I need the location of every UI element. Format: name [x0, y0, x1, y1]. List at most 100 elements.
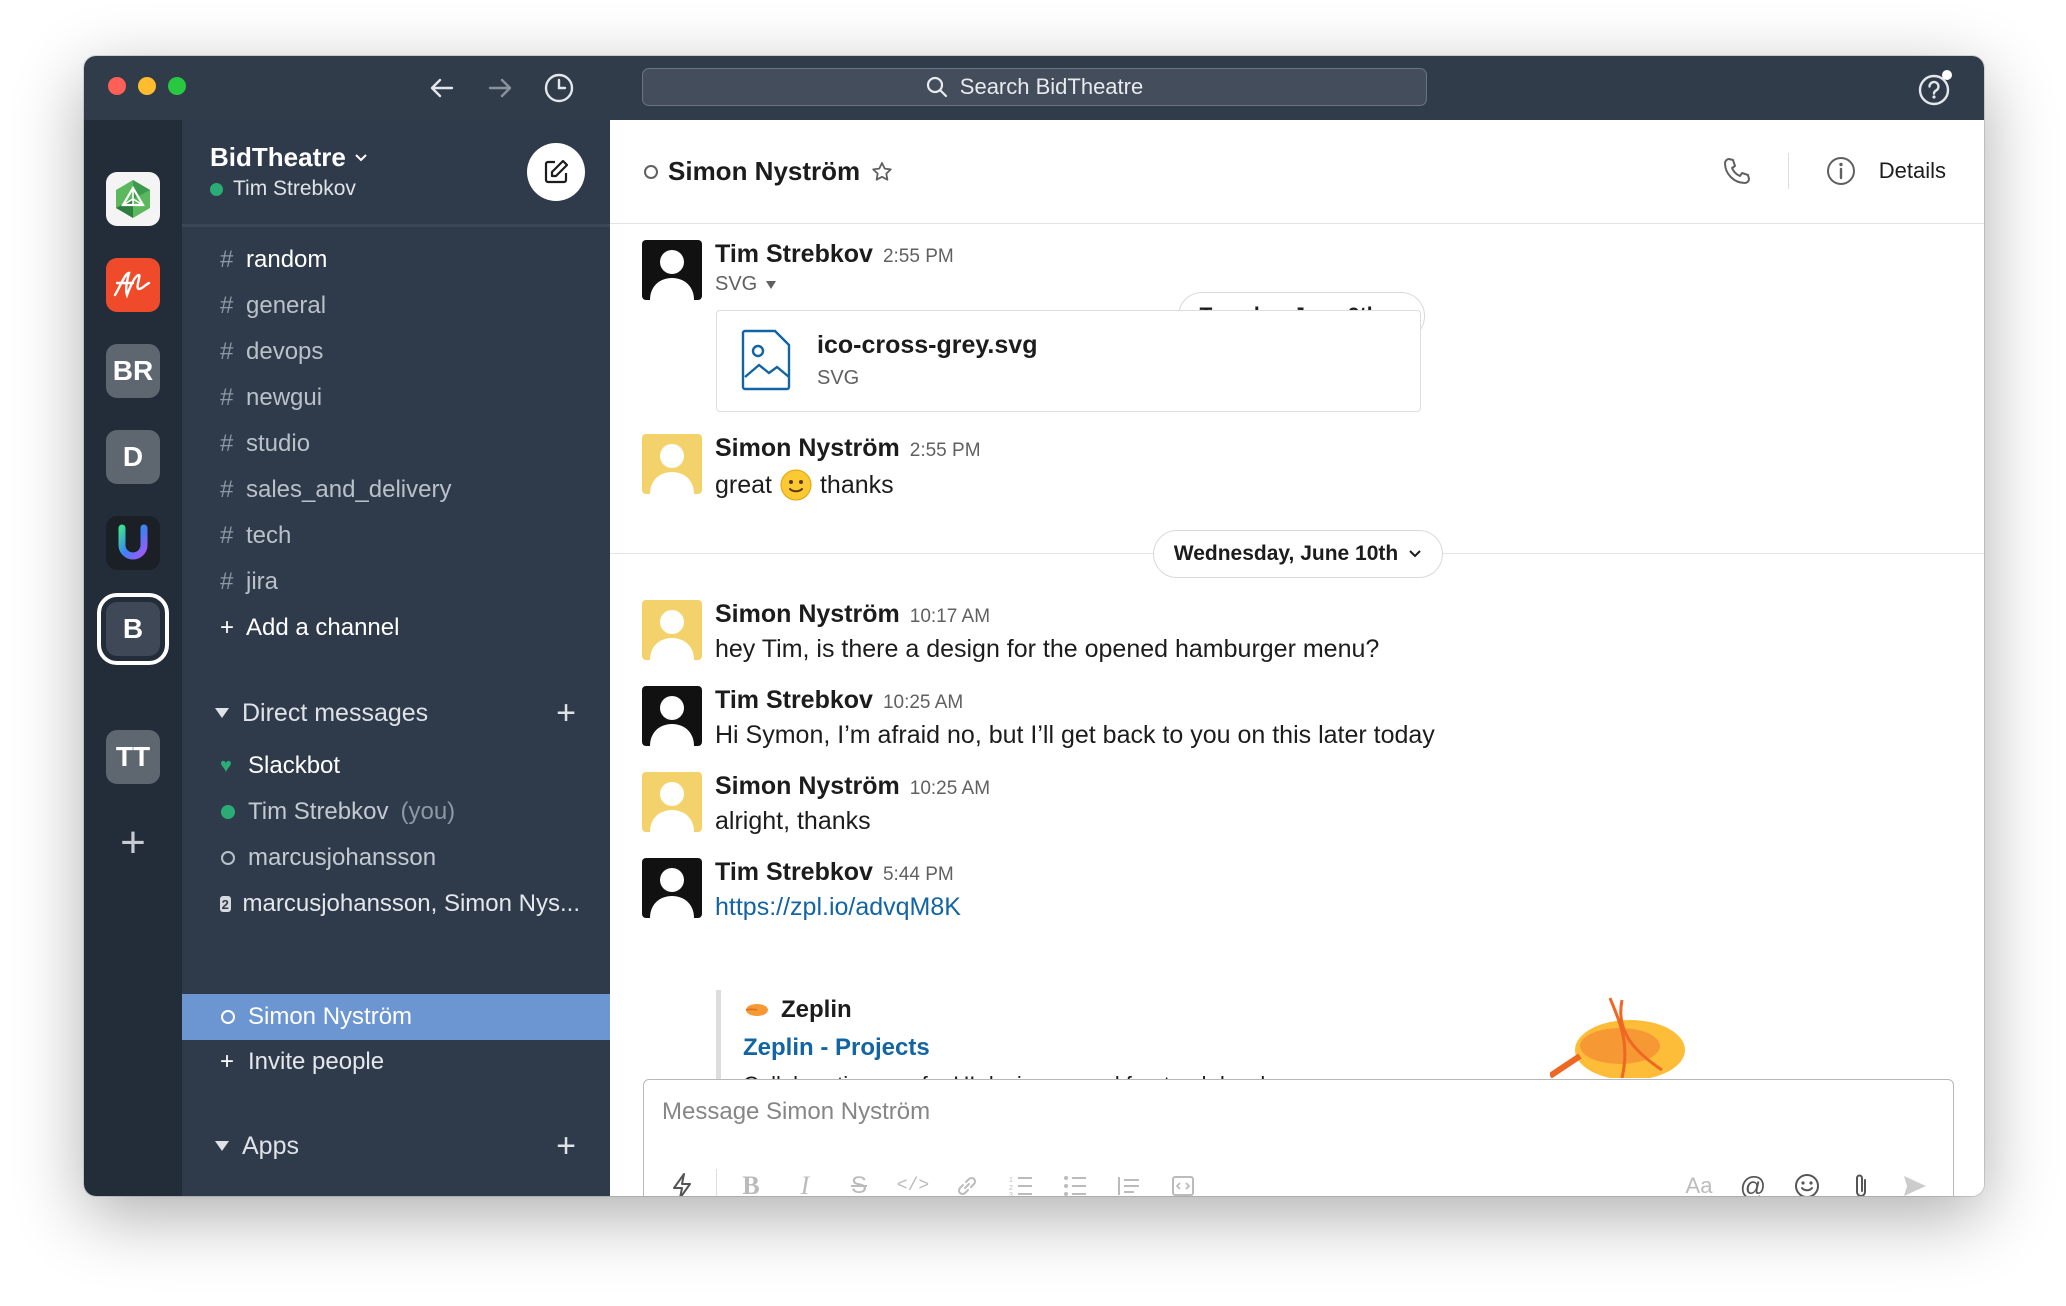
workspace-b-active[interactable]: B — [97, 593, 169, 665]
message-link[interactable]: https://zpl.io/advqM8K — [715, 893, 961, 922]
hash-icon: # — [220, 246, 234, 273]
strikethrough-icon[interactable]: S — [839, 1166, 879, 1196]
zoom-window-button[interactable] — [168, 77, 186, 95]
message-author[interactable]: Simon Nyström — [715, 434, 900, 462]
plus-icon: + — [220, 1048, 235, 1075]
message-timestamp[interactable]: 2:55 PM — [910, 440, 981, 461]
details-button[interactable]: Details — [1879, 158, 1946, 184]
workspace-script-logo[interactable] — [106, 258, 160, 312]
link-icon[interactable] — [947, 1166, 987, 1196]
channel-jira[interactable]: # jira — [220, 562, 278, 602]
user-silhouette-icon — [650, 250, 694, 300]
blockquote-icon[interactable] — [1109, 1166, 1149, 1196]
file-type-toggle[interactable]: SVG — [715, 273, 954, 296]
message-content: Simon Nyström 2:55 PM great thanks — [715, 434, 981, 501]
script-logo-icon — [113, 271, 151, 299]
formatting-toggle[interactable]: Aa — [1679, 1166, 1719, 1196]
channel-sales-and-delivery[interactable]: # sales_and_delivery — [220, 470, 451, 510]
avatar[interactable] — [642, 240, 702, 300]
workspace-rail: BR D B TT + — [84, 120, 182, 1196]
dm-group-marcus-simon[interactable]: 2 marcusjohansson, Simon Nys... — [220, 884, 580, 924]
channel-newgui[interactable]: # newgui — [220, 378, 322, 418]
date-divider-pill[interactable]: Wednesday, June 10th — [1153, 530, 1443, 578]
forward-arrow-icon[interactable] — [482, 70, 518, 106]
message-timestamp[interactable]: 10:25 AM — [883, 692, 963, 713]
workspace-d[interactable]: D — [106, 430, 160, 484]
dm-tim-strebkov[interactable]: Tim Strebkov (you) — [220, 792, 580, 832]
dm-simon-nystrom[interactable]: Simon Nyström — [220, 997, 580, 1037]
plus-icon: + — [220, 614, 235, 641]
history-clock-icon[interactable] — [541, 70, 577, 106]
invite-people-button[interactable]: + Invite people — [220, 1042, 580, 1082]
minimize-window-button[interactable] — [138, 77, 156, 95]
message-timestamp[interactable]: 10:17 AM — [910, 606, 990, 627]
ordered-list-icon[interactable]: 123 — [1001, 1166, 1041, 1196]
dm-marcusjohansson[interactable]: marcusjohansson — [220, 838, 580, 878]
avatar[interactable] — [642, 858, 702, 918]
add-channel-button[interactable]: + Add a channel — [220, 608, 399, 648]
file-name[interactable]: ico-cross-grey.svg — [817, 331, 1037, 360]
channel-tech[interactable]: # tech — [220, 516, 291, 556]
add-workspace-icon[interactable]: + — [106, 816, 160, 870]
compose-button[interactable] — [527, 143, 585, 201]
message-author[interactable]: Simon Nyström — [715, 772, 900, 800]
phone-call-icon[interactable] — [1722, 156, 1752, 186]
file-type: SVG — [817, 367, 860, 389]
slightly-smiling-face-icon[interactable] — [780, 469, 812, 501]
add-app-plus-icon[interactable]: + — [556, 1129, 576, 1163]
bulleted-list-icon[interactable] — [1055, 1166, 1095, 1196]
star-icon[interactable] — [870, 160, 894, 184]
close-window-button[interactable] — [108, 77, 126, 95]
message-composer[interactable]: Message Simon Nyström B I S </> 123 Aa @ — [643, 1079, 1954, 1196]
apps-header[interactable]: Apps + — [214, 1126, 594, 1166]
attachment-paperclip-icon[interactable] — [1841, 1166, 1881, 1196]
search-bar[interactable]: Search BidTheatre — [642, 68, 1427, 106]
channel-general[interactable]: # general — [220, 286, 326, 326]
search-icon — [926, 76, 947, 98]
caret-down-icon — [215, 1141, 229, 1151]
avatar[interactable] — [642, 686, 702, 746]
message-timestamp[interactable]: 10:25 AM — [910, 778, 990, 799]
add-dm-plus-icon[interactable]: + — [556, 696, 576, 730]
dm-slackbot[interactable]: ♥ Slackbot — [220, 746, 580, 786]
emoji-icon[interactable] — [1787, 1166, 1827, 1196]
message-timestamp[interactable]: 2:55 PM — [883, 246, 954, 267]
back-arrow-icon[interactable] — [424, 70, 460, 106]
avatar[interactable] — [642, 434, 702, 494]
workspace-tt[interactable]: TT — [106, 730, 160, 784]
message-content: Tim Strebkov 2:55 PM SVG — [715, 240, 954, 296]
message-author[interactable]: Simon Nyström — [715, 600, 900, 628]
current-user-name: Tim Strebkov — [233, 177, 356, 200]
bold-icon[interactable]: B — [731, 1166, 771, 1196]
code-icon[interactable]: </> — [893, 1166, 933, 1196]
italic-icon[interactable]: I — [785, 1166, 825, 1196]
message-author[interactable]: Tim Strebkov — [715, 686, 873, 714]
code-block-icon[interactable] — [1163, 1166, 1203, 1196]
conversation-title[interactable]: Simon Nyström — [644, 156, 894, 187]
workspace-bidtheatre-logo[interactable] — [106, 172, 160, 226]
workspace-br[interactable]: BR — [106, 344, 160, 398]
message-author[interactable]: Tim Strebkov — [715, 240, 873, 268]
mention-icon[interactable]: @ — [1733, 1166, 1773, 1197]
channel-studio[interactable]: # studio — [220, 424, 310, 464]
hash-icon: # — [220, 338, 234, 365]
shortcuts-lightning-icon[interactable] — [662, 1166, 702, 1196]
channel-random[interactable]: # random — [220, 240, 327, 280]
direct-messages-header[interactable]: Direct messages + — [214, 693, 594, 733]
channel-devops[interactable]: # devops — [220, 332, 323, 372]
message-text: alright, thanks — [715, 807, 871, 835]
message-input[interactable]: Message Simon Nyström — [662, 1098, 930, 1126]
channel-sidebar: BidTheatre Tim Strebkov # random # general… — [182, 120, 610, 1196]
message-author[interactable]: Tim Strebkov — [715, 858, 873, 886]
team-menu[interactable]: BidTheatre — [210, 142, 368, 173]
file-attachment[interactable]: ico-cross-grey.svg SVG — [716, 310, 1421, 412]
bidtheatre-logo-icon — [116, 180, 150, 218]
message-timestamp[interactable]: 5:44 PM — [883, 864, 954, 885]
help-icon[interactable] — [1916, 70, 1954, 108]
unfurl-title[interactable]: Zeplin - Projects — [743, 1034, 930, 1062]
avatar[interactable] — [642, 600, 702, 660]
avatar[interactable] — [642, 772, 702, 832]
info-icon[interactable] — [1825, 155, 1857, 187]
workspace-u-logo[interactable] — [106, 516, 160, 570]
send-icon[interactable] — [1895, 1166, 1935, 1196]
